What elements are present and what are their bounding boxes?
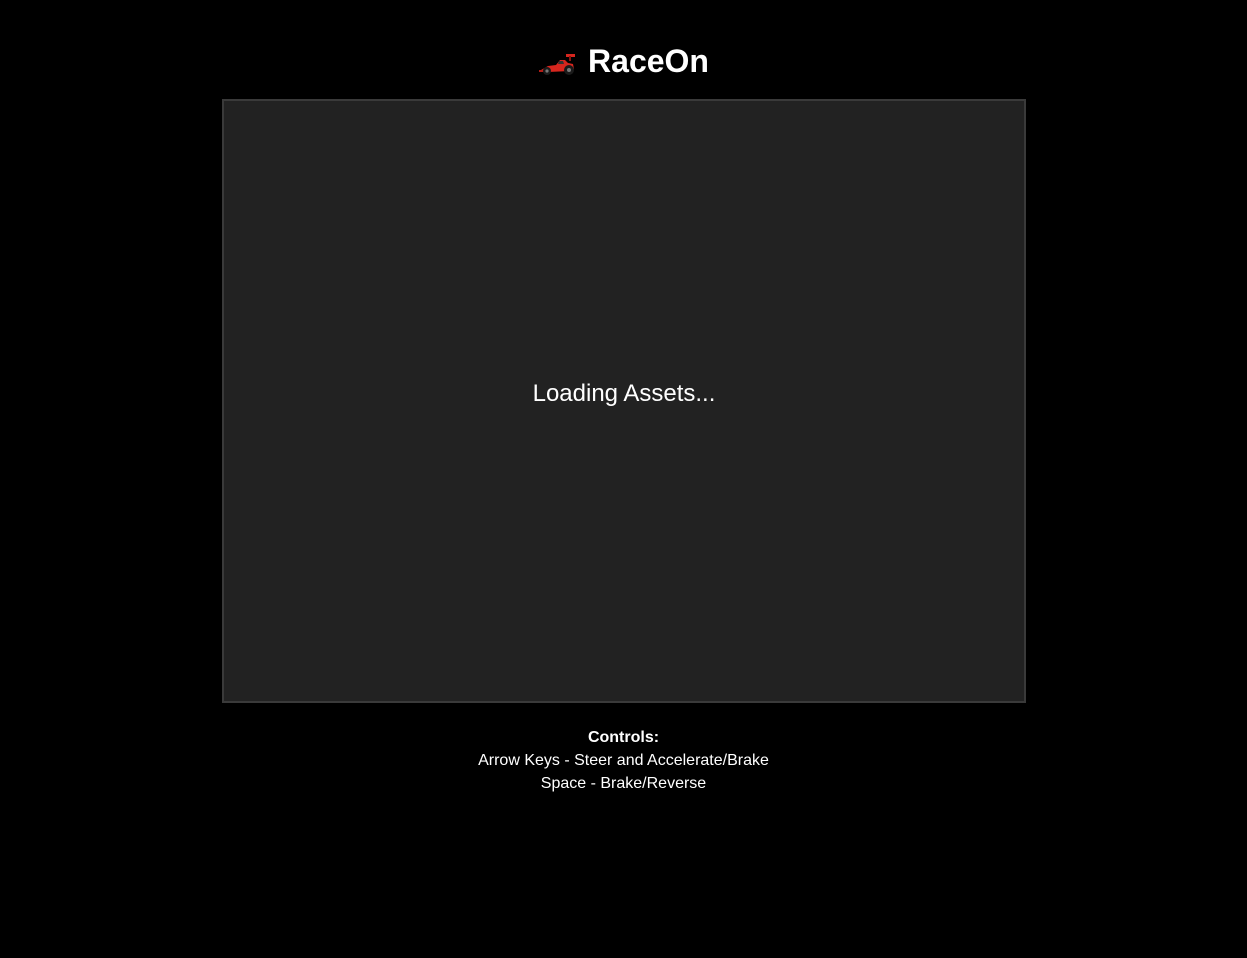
controls-line-space: Space - Brake/Reverse: [540, 775, 707, 792]
race-car-icon: [538, 51, 578, 77]
loading-status-text: Loading Assets...: [532, 380, 716, 407]
header: RaceOn: [0, 40, 1247, 82]
game-canvas[interactable]: Loading Assets...: [222, 99, 1026, 703]
game-page: RaceOn Loading Assets... Controls: Arrow…: [0, 0, 1247, 958]
controls-info: Controls: Arrow Keys - Steer and Acceler…: [0, 726, 1247, 795]
controls-heading: Controls:: [587, 729, 660, 746]
page-title: RaceOn: [588, 43, 709, 79]
controls-line-arrow-keys: Arrow Keys - Steer and Accelerate/Brake: [478, 752, 769, 769]
